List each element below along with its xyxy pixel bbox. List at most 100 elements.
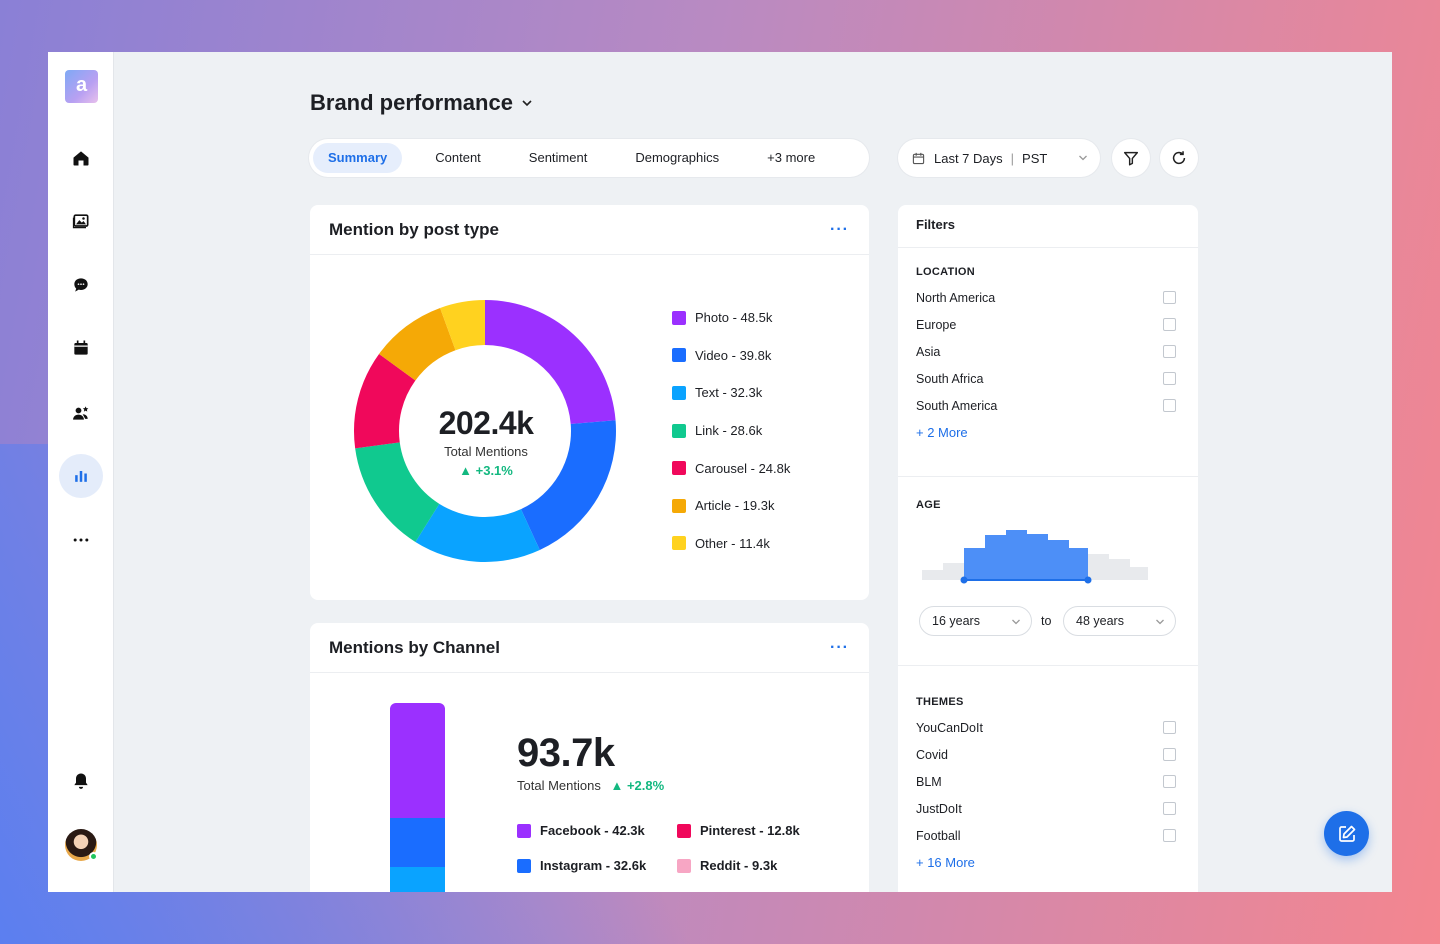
age-histogram <box>922 530 1148 584</box>
tab-more[interactable]: +3 more <box>752 143 830 173</box>
channel-total-label: Total Mentions <box>517 778 601 793</box>
age-title: AGE <box>916 499 941 511</box>
age-filter: AGE 16 years to 48 years <box>898 477 1198 666</box>
triangle-up-icon: ▲ <box>610 778 624 793</box>
legend-item[interactable]: Reddit - 9.3k <box>677 858 817 873</box>
checkbox[interactable] <box>1163 345 1176 358</box>
location-more-link[interactable]: + 2 More <box>916 425 1176 440</box>
filters-title: Filters <box>898 205 1198 248</box>
location-option[interactable]: South America <box>916 392 1176 419</box>
theme-option[interactable]: BLM <box>916 768 1176 795</box>
channel-summary: 93.7k Total Mentions ▲ +2.8% <box>517 731 664 793</box>
online-status-dot <box>89 852 98 861</box>
chevron-down-icon <box>1079 155 1087 161</box>
legend-item[interactable]: Carousel - 24.8k <box>672 449 790 487</box>
stacked-channel-bar <box>390 703 445 892</box>
total-mentions-label: Total Mentions <box>444 444 528 459</box>
location-option[interactable]: South Africa <box>916 365 1176 392</box>
location-option[interactable]: Europe <box>916 311 1176 338</box>
theme-option[interactable]: YouCanDoIt <box>916 714 1176 741</box>
legend-item[interactable]: Other - 11.4k <box>672 525 790 563</box>
chevron-down-icon <box>522 100 532 107</box>
location-option[interactable]: North America <box>916 284 1176 311</box>
more-horizontal-icon[interactable] <box>59 518 103 562</box>
card-title: Mention by post type <box>329 219 499 239</box>
checkbox[interactable] <box>1163 318 1176 331</box>
chevron-down-icon <box>1156 619 1164 625</box>
refresh-button[interactable] <box>1160 139 1198 177</box>
channel-total-value: 93.7k <box>517 731 615 775</box>
tab-summary[interactable]: Summary <box>313 143 403 173</box>
bar-segment-other[interactable] <box>390 867 445 892</box>
checkbox[interactable] <box>1163 372 1176 385</box>
edit-icon <box>1338 825 1355 842</box>
page-title-text: Brand performance <box>310 90 513 115</box>
avatar[interactable] <box>65 829 98 861</box>
channel-legend: Facebook - 42.3k Pinterest - 12.8k Insta… <box>517 823 817 873</box>
checkbox[interactable] <box>1163 291 1176 304</box>
calendar-icon[interactable] <box>59 326 103 370</box>
themes-filter: THEMES YouCanDoIt Covid BLM JustDoIt Foo… <box>898 666 1198 870</box>
checkbox[interactable] <box>1163 829 1176 842</box>
bell-icon[interactable] <box>59 759 103 803</box>
legend-item[interactable]: Article - 19.3k <box>672 487 790 525</box>
themes-more-link[interactable]: + 16 More <box>916 855 1176 870</box>
date-range-label: Last 7 Days <box>934 150 1003 166</box>
filter-icon <box>1123 151 1139 166</box>
more-options-icon[interactable]: ··· <box>830 639 849 657</box>
location-filter: LOCATION North America Europe Asia South… <box>898 248 1198 477</box>
app-logo[interactable]: a <box>65 70 98 103</box>
bar-segment-facebook[interactable] <box>390 703 445 818</box>
range-handle-max[interactable] <box>1084 576 1092 584</box>
delta-badge: ▲ +3.1% <box>459 463 513 478</box>
theme-option[interactable]: Covid <box>916 741 1176 768</box>
sidebar: a <box>48 52 114 892</box>
compose-button[interactable] <box>1324 811 1369 856</box>
checkbox[interactable] <box>1163 802 1176 815</box>
tab-demographics[interactable]: Demographics <box>620 143 734 173</box>
tab-sentiment[interactable]: Sentiment <box>514 143 603 173</box>
age-to-label: to <box>1041 614 1052 628</box>
legend-item[interactable]: Instagram - 32.6k <box>517 858 677 873</box>
location-title: LOCATION <box>916 266 976 278</box>
age-from-select[interactable]: 16 years <box>919 606 1032 636</box>
legend-item[interactable]: Pinterest - 12.8k <box>677 823 817 838</box>
filters-panel: Filters LOCATION North America Europe As… <box>898 205 1198 892</box>
bar-chart-icon[interactable] <box>59 454 103 498</box>
chat-icon[interactable] <box>59 263 103 307</box>
date-range-select[interactable]: Last 7 Days | PST <box>898 139 1100 177</box>
legend-item[interactable]: Photo - 48.5k <box>672 299 790 337</box>
chart-legend: Photo - 48.5k Video - 39.8k Text - 32.3k… <box>672 299 790 562</box>
legend-item[interactable]: Facebook - 42.3k <box>517 823 677 838</box>
legend-item[interactable]: Text - 32.3k <box>672 374 790 412</box>
donut-center-summary: 202.4k Total Mentions ▲ +3.1% <box>400 405 572 478</box>
mentions-by-channel-card: Mentions by Channel ··· 93.7k Total Ment… <box>310 623 869 892</box>
calendar-icon <box>912 152 925 164</box>
checkbox[interactable] <box>1163 399 1176 412</box>
legend-item[interactable]: Video - 39.8k <box>672 337 790 375</box>
range-handle-min[interactable] <box>960 576 968 584</box>
donut-slice-text[interactable] <box>415 503 540 562</box>
chevron-down-icon <box>1012 619 1020 625</box>
delta-badge: ▲ +2.8% <box>610 778 665 793</box>
tab-bar: Summary Content Sentiment Demographics +… <box>309 139 869 177</box>
page-title[interactable]: Brand performance <box>310 90 533 116</box>
theme-option[interactable]: JustDoIt <box>916 795 1176 822</box>
age-to-select[interactable]: 48 years <box>1063 606 1176 636</box>
refresh-icon <box>1172 151 1186 165</box>
filter-button[interactable] <box>1112 139 1150 177</box>
checkbox[interactable] <box>1163 775 1176 788</box>
users-star-icon[interactable] <box>59 391 103 435</box>
tab-content[interactable]: Content <box>420 143 496 173</box>
location-option[interactable]: Asia <box>916 338 1176 365</box>
card-title: Mentions by Channel <box>329 637 500 657</box>
home-icon[interactable] <box>59 136 103 180</box>
checkbox[interactable] <box>1163 748 1176 761</box>
legend-item[interactable]: Link - 28.6k <box>672 412 790 450</box>
image-icon[interactable] <box>59 199 103 243</box>
themes-title: THEMES <box>916 696 964 708</box>
bar-segment-instagram[interactable] <box>390 818 445 867</box>
more-options-icon[interactable]: ··· <box>830 221 849 239</box>
theme-option[interactable]: Football <box>916 822 1176 849</box>
checkbox[interactable] <box>1163 721 1176 734</box>
